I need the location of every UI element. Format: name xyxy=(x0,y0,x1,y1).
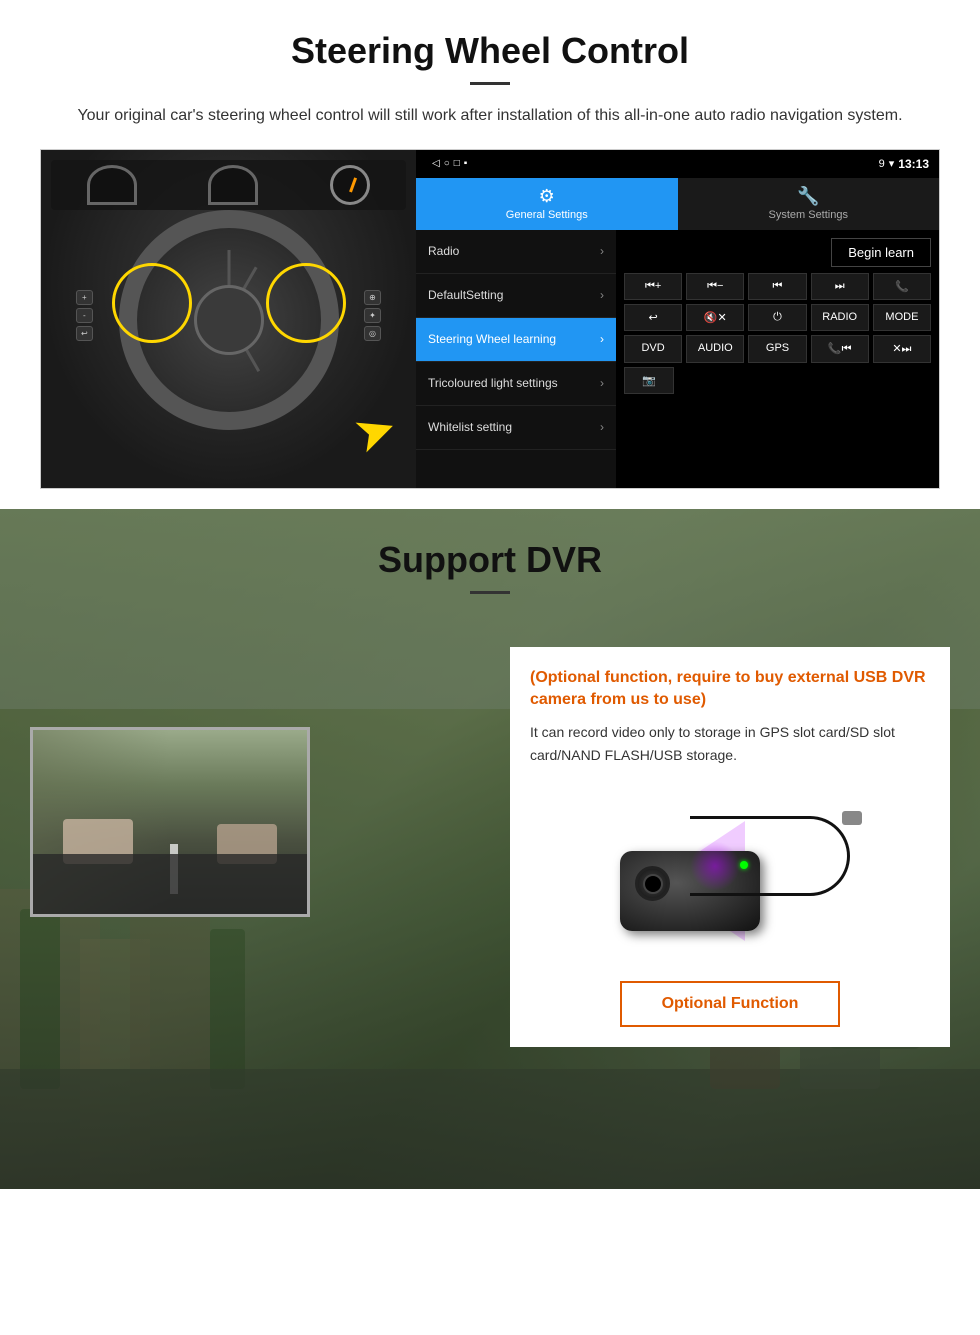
dvr-section: Support DVR (Optional function, requir xyxy=(0,509,980,1189)
tab-system[interactable]: 🔧 System Settings xyxy=(678,178,940,230)
menu-steering-label: Steering Wheel learning xyxy=(428,332,556,346)
ctrl-vol-down[interactable]: ⏮− xyxy=(686,273,744,300)
dvr-optional-title: (Optional function, require to buy exter… xyxy=(530,667,930,712)
menu-radio-label: Radio xyxy=(428,244,459,258)
optional-function-button[interactable]: Optional Function xyxy=(620,981,841,1027)
ctrl-row-3: DVD AUDIO GPS 📞⏮ ✕⏭ xyxy=(624,335,931,363)
menu-default-label: DefaultSetting xyxy=(428,288,503,302)
android-panel: ◁ ○ □ ▪ 9 ▾ 13:13 ⚙ General Settings xyxy=(416,150,939,488)
steering-wheel-image: ➤ + - ↩ ⊕ ✦ ◎ xyxy=(41,150,416,489)
divider2 xyxy=(470,591,510,594)
ctrl-phone-prev[interactable]: 📞⏮ xyxy=(811,335,869,363)
menu-whitelist[interactable]: Whitelist setting › xyxy=(416,406,616,450)
nav-back: ◁ xyxy=(432,158,440,169)
dvr-screenshot xyxy=(30,727,310,917)
wifi-icon: ▾ xyxy=(889,157,895,170)
menu-default-arrow: › xyxy=(600,288,604,302)
ctrl-row-4: 📷 xyxy=(624,367,931,394)
ctrl-next[interactable]: ⏭ xyxy=(811,273,869,300)
control-buttons: ⏮+ ⏮− ⏮ ⏭ 📞 ↩ 🔇✕ ⏻ RADIO MODE xyxy=(624,273,931,394)
nav-cast: ▪ xyxy=(464,158,468,169)
ctrl-row-2: ↩ 🔇✕ ⏻ RADIO MODE xyxy=(624,304,931,331)
begin-learn-row: Begin learn xyxy=(624,238,931,267)
arrow-indicator: ➤ xyxy=(345,396,404,465)
general-settings-icon: ⚙ xyxy=(539,186,555,207)
ctrl-mode[interactable]: MODE xyxy=(873,304,931,331)
menu-whitelist-label: Whitelist setting xyxy=(428,420,512,434)
nav-home: ○ xyxy=(444,158,450,169)
dvr-description: It can record video only to storage in G… xyxy=(530,721,930,766)
left-button-highlight xyxy=(112,263,192,343)
right-controls: ⊕ ✦ ◎ xyxy=(364,290,381,341)
menu-steering-wheel[interactable]: Steering Wheel learning › xyxy=(416,318,616,362)
ctrl-power[interactable]: ⏻ xyxy=(748,304,806,331)
ctrl-x-next[interactable]: ✕⏭ xyxy=(873,335,931,363)
ctrl-vol-up[interactable]: ⏮+ xyxy=(624,273,682,300)
lens-inner xyxy=(643,874,663,894)
left-controls: + - ↩ xyxy=(76,290,93,341)
android-content: Radio › DefaultSetting › Steering Wheel … xyxy=(416,230,939,488)
tab-general[interactable]: ⚙ General Settings xyxy=(416,178,678,230)
dvr-road xyxy=(33,854,307,914)
ctrl-gps[interactable]: GPS xyxy=(748,335,806,363)
steering-hub xyxy=(194,285,264,355)
nav-recent: □ xyxy=(454,158,460,169)
status-time: 13:13 xyxy=(898,157,929,171)
steering-wheel-bg: ➤ + - ↩ ⊕ ✦ ◎ xyxy=(41,150,416,489)
dvr-title: Support DVR xyxy=(0,539,980,581)
dvr-right: (Optional function, require to buy exter… xyxy=(510,647,950,1058)
right-button-highlight xyxy=(266,263,346,343)
status-left: ◁ ○ □ ▪ xyxy=(426,158,873,169)
control-panel: Begin learn ⏮+ ⏮− ⏮ ⏭ 📞 ↩ xyxy=(616,230,939,488)
signal-icon: 9 xyxy=(879,158,885,170)
android-tabs[interactable]: ⚙ General Settings 🔧 System Settings xyxy=(416,178,939,230)
optional-function-container: Optional Function xyxy=(530,981,930,1027)
ctrl-back[interactable]: ↩ xyxy=(624,304,682,331)
dvr-camera-image xyxy=(590,791,870,951)
menu-defaultsetting[interactable]: DefaultSetting › xyxy=(416,274,616,318)
camera-light-effect xyxy=(690,841,740,891)
dvr-left xyxy=(30,647,490,917)
android-menu: Radio › DefaultSetting › Steering Wheel … xyxy=(416,230,616,488)
ctrl-row-1: ⏮+ ⏮− ⏮ ⏭ 📞 xyxy=(624,273,931,300)
android-statusbar: ◁ ○ □ ▪ 9 ▾ 13:13 xyxy=(416,150,939,178)
begin-learn-button[interactable]: Begin learn xyxy=(831,238,931,267)
steering-wheel xyxy=(119,210,339,430)
camera-lens xyxy=(635,866,670,901)
divider1 xyxy=(470,82,510,85)
steering-section: Steering Wheel Control Your original car… xyxy=(0,0,980,509)
dvr-screenshot-inner xyxy=(33,730,307,914)
status-icons: 9 ▾ 13:13 xyxy=(879,157,929,171)
steering-title: Steering Wheel Control xyxy=(40,30,940,72)
ctrl-phone[interactable]: 📞 xyxy=(873,273,931,300)
dvr-camera-area xyxy=(530,781,930,961)
ctrl-radio[interactable]: RADIO xyxy=(811,304,869,331)
steering-content: ➤ + - ↩ ⊕ ✦ ◎ ◁ ○ □ xyxy=(40,149,940,489)
menu-tricoloured-label: Tricoloured light settings xyxy=(428,376,558,390)
dvr-header: Support DVR xyxy=(0,509,980,627)
ctrl-prev[interactable]: ⏮ xyxy=(748,273,806,300)
menu-whitelist-arrow: › xyxy=(600,420,604,434)
dvr-content: (Optional function, require to buy exter… xyxy=(0,627,980,1078)
menu-tricoloured[interactable]: Tricoloured light settings › xyxy=(416,362,616,406)
ctrl-audio[interactable]: AUDIO xyxy=(686,335,744,363)
ctrl-camera[interactable]: 📷 xyxy=(624,367,674,394)
steering-description: Your original car's steering wheel contr… xyxy=(60,103,920,129)
ctrl-dvd[interactable]: DVD xyxy=(624,335,682,363)
tab-system-label: System Settings xyxy=(769,209,848,221)
menu-radio[interactable]: Radio › xyxy=(416,230,616,274)
menu-radio-arrow: › xyxy=(600,244,604,258)
usb-plug xyxy=(842,811,862,825)
menu-tricoloured-arrow: › xyxy=(600,376,604,390)
menu-steering-arrow: › xyxy=(600,332,604,346)
ctrl-mute[interactable]: 🔇✕ xyxy=(686,304,744,331)
dvr-info-box: (Optional function, require to buy exter… xyxy=(510,647,950,1048)
system-settings-icon: 🔧 xyxy=(797,186,819,207)
tab-general-label: General Settings xyxy=(506,209,588,221)
